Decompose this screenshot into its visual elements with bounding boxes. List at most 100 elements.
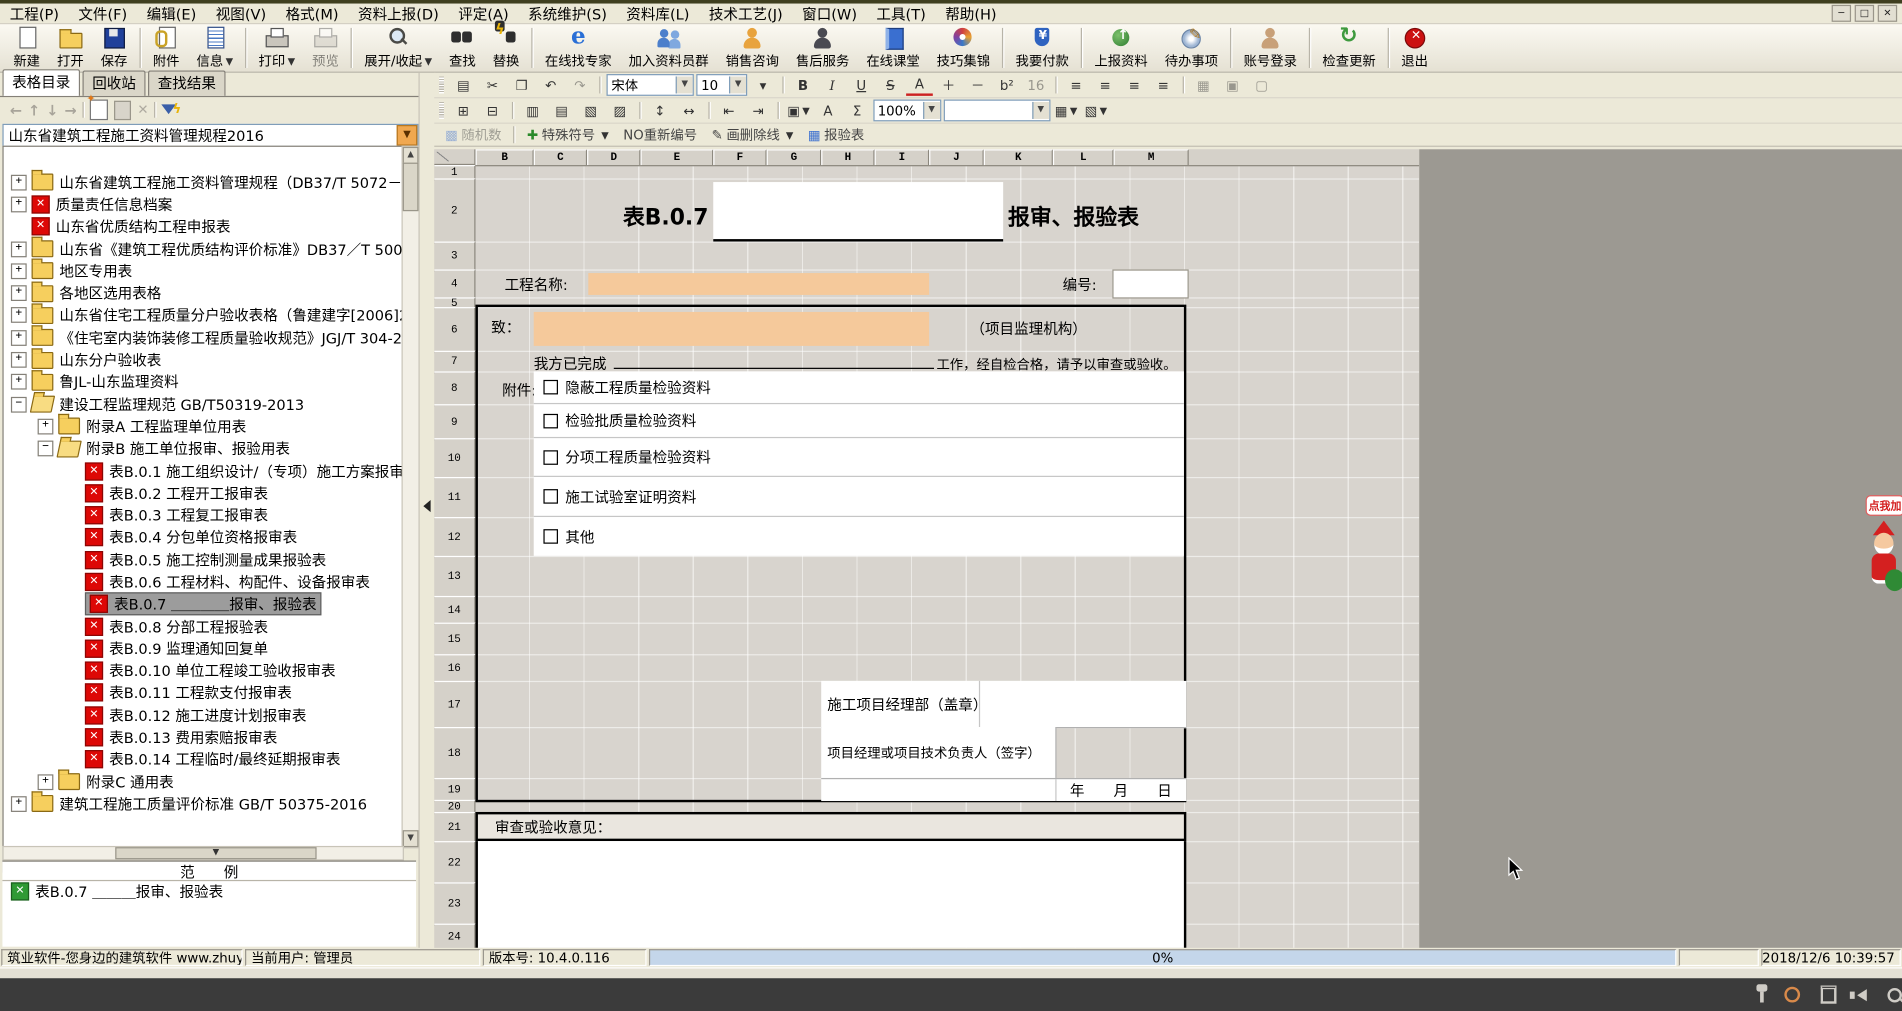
menu-edit[interactable]: 编辑(E) xyxy=(137,3,206,24)
row-header[interactable]: 24 xyxy=(434,924,475,948)
move-up-button[interactable]: ↑ xyxy=(28,101,40,118)
menu-upload[interactable]: 资料上报(D) xyxy=(348,3,448,24)
pin-icon[interactable] xyxy=(1760,991,1764,1002)
check-update-button[interactable]: 检查更新 xyxy=(1314,24,1384,71)
expander-icon[interactable]: + xyxy=(11,285,27,301)
align-right-button[interactable]: ≡ xyxy=(1121,75,1148,94)
tree-item[interactable]: +地区专用表 xyxy=(4,260,403,282)
sales-consult-button[interactable]: 销售咨询 xyxy=(717,24,787,71)
row-header[interactable]: 14 xyxy=(434,596,475,625)
scroll-down-button[interactable]: ▼ xyxy=(403,830,419,847)
expander-icon[interactable]: − xyxy=(11,396,27,412)
review-body[interactable] xyxy=(475,841,1186,948)
open-button[interactable]: 打开 xyxy=(49,24,93,71)
menu-format[interactable]: 格式(M) xyxy=(276,3,348,24)
combo-arrow-icon[interactable]: ▼ xyxy=(1032,102,1049,119)
column-header[interactable]: F xyxy=(713,149,766,165)
row-header[interactable]: 3 xyxy=(434,242,475,272)
indent-decrease-button[interactable]: ⇤ xyxy=(716,101,743,120)
font-options-button[interactable]: ▾ xyxy=(750,75,777,94)
ruleset-combo[interactable]: 山东省建筑工程施工资料管理规程2016 ▼ xyxy=(2,124,418,147)
column-header[interactable]: J xyxy=(929,149,984,165)
project-name-field[interactable] xyxy=(588,273,929,295)
tab-form-catalog[interactable]: 表格目录 xyxy=(2,69,80,96)
tree-item[interactable]: 表B.0.13 费用索赔报审表 xyxy=(4,726,403,748)
expander-icon[interactable]: + xyxy=(11,352,27,368)
indent-increase-button[interactable]: ⇥ xyxy=(745,101,772,120)
align-justify-button[interactable]: ≡ xyxy=(1150,75,1177,94)
tab-recycle-bin[interactable]: 回收站 xyxy=(83,70,146,95)
style-combo[interactable]: ▼ xyxy=(943,100,1050,122)
column-header[interactable]: K xyxy=(984,149,1053,165)
tree-item[interactable]: 表B.0.5 施工控制测量成果报验表 xyxy=(4,549,403,571)
sum-button[interactable]: Σ xyxy=(844,101,871,120)
column-header[interactable]: B xyxy=(475,149,533,165)
tree-item[interactable]: +附录A 工程监理单位用表 xyxy=(4,415,403,437)
number-field[interactable] xyxy=(1112,269,1188,298)
column-header[interactable]: D xyxy=(587,149,640,165)
column-header[interactable]: G xyxy=(767,149,822,165)
decrease-font-button[interactable]: － xyxy=(964,75,991,94)
tree-item[interactable]: 表B.0.11 工程款支付报审表 xyxy=(4,682,403,704)
font-size-combo[interactable]: 10▼ xyxy=(696,74,747,96)
trash-icon[interactable] xyxy=(1821,986,1837,1004)
align-left-button[interactable]: ≡ xyxy=(1063,75,1090,94)
column-header[interactable]: C xyxy=(534,149,587,165)
row-header[interactable]: 11 xyxy=(434,477,475,519)
row-header[interactable]: 21 xyxy=(434,812,475,844)
after-sales-button[interactable]: 售后服务 xyxy=(787,24,857,71)
unmerge-button[interactable]: ▨ xyxy=(607,101,634,120)
move-left-button[interactable]: ← xyxy=(10,101,22,118)
tree-item[interactable]: 表B.0.10 单位工程竣工验收报审表 xyxy=(4,660,403,682)
row-header[interactable]: 22 xyxy=(434,841,475,885)
row-header[interactable]: 18 xyxy=(434,727,475,780)
menu-tools[interactable]: 工具(T) xyxy=(867,3,936,24)
tree-item[interactable]: +山东省建筑工程施工资料管理规程（DB37/T 5072－2016、DB37/T… xyxy=(4,171,403,193)
tree-item[interactable]: +山东省住宅工程质量分户验收表格（鲁建建字[2006]27号） xyxy=(4,304,403,326)
speaker-icon[interactable] xyxy=(1857,989,1867,1001)
join-group-button[interactable]: 加入资料员群 xyxy=(620,24,717,71)
insert-row-button[interactable]: ⊞ xyxy=(450,101,477,120)
expand-collapse-button[interactable]: 展开/收起▼ xyxy=(356,24,441,71)
tree-item[interactable]: 表B.0.8 分部工程报验表 xyxy=(4,615,403,637)
collapse-left-icon[interactable] xyxy=(423,500,430,512)
close-button[interactable]: ✕ xyxy=(1878,5,1897,22)
tree-item[interactable]: +鲁JL-山东监理资料 xyxy=(4,371,403,393)
checkbox[interactable] xyxy=(543,529,558,544)
todo-button[interactable]: 待办事项 xyxy=(1156,24,1226,71)
merge-cells-button[interactable]: ▥ xyxy=(519,101,546,120)
print-button[interactable]: 打印▼ xyxy=(250,24,304,71)
tree-item[interactable]: 山东省优质结构工程申报表 xyxy=(4,216,403,238)
menu-maintain[interactable]: 系统维护(S) xyxy=(518,3,616,24)
column-header[interactable]: I xyxy=(875,149,930,165)
checkbox[interactable] xyxy=(543,450,558,465)
row-header[interactable]: 16 xyxy=(434,654,475,683)
copy-button[interactable]: ❐ xyxy=(508,75,535,94)
delete-icon[interactable]: ✕ xyxy=(137,102,148,118)
replace-button[interactable]: 替换 xyxy=(484,24,528,71)
zoom-icon[interactable] xyxy=(1887,987,1902,1002)
bold-button[interactable]: B xyxy=(790,75,817,94)
online-expert-button[interactable]: 在线找专家 xyxy=(536,24,620,71)
underline-button[interactable]: U xyxy=(848,75,875,94)
menu-window[interactable]: 窗口(W) xyxy=(792,3,866,24)
tree-item[interactable]: +山东分户验收表 xyxy=(4,349,403,371)
row-height-button[interactable]: ↕ xyxy=(647,101,674,120)
done-blank-field[interactable] xyxy=(614,351,934,369)
row-header[interactable]: 4 xyxy=(434,269,475,299)
superscript-button[interactable]: b² xyxy=(993,75,1020,94)
expander-icon[interactable]: + xyxy=(11,796,27,812)
menu-help[interactable]: 帮助(H) xyxy=(935,3,1006,24)
scroll-up-button[interactable]: ▲ xyxy=(403,147,419,164)
toolbar-grip[interactable] xyxy=(439,76,444,93)
splitter-thumb[interactable]: ▼ xyxy=(115,847,316,859)
exit-button[interactable]: 退出 xyxy=(1393,24,1437,71)
tree-item-selected[interactable]: 表B.0.7 ＿＿＿＿报审、报验表 xyxy=(4,593,403,615)
font-name-combo[interactable]: 宋体▼ xyxy=(607,74,694,96)
merge-across-button[interactable]: ▧ xyxy=(577,101,604,120)
menu-assess[interactable]: 评定(A) xyxy=(449,3,519,24)
new-button[interactable]: 新建 xyxy=(5,24,49,71)
upload-data-button[interactable]: 上报资料 xyxy=(1086,24,1156,71)
expander-icon[interactable]: − xyxy=(38,441,54,457)
tree-item[interactable]: +《住宅室内装饰装修工程质量验收规范》JGJ/T 304-2013 xyxy=(4,327,403,349)
